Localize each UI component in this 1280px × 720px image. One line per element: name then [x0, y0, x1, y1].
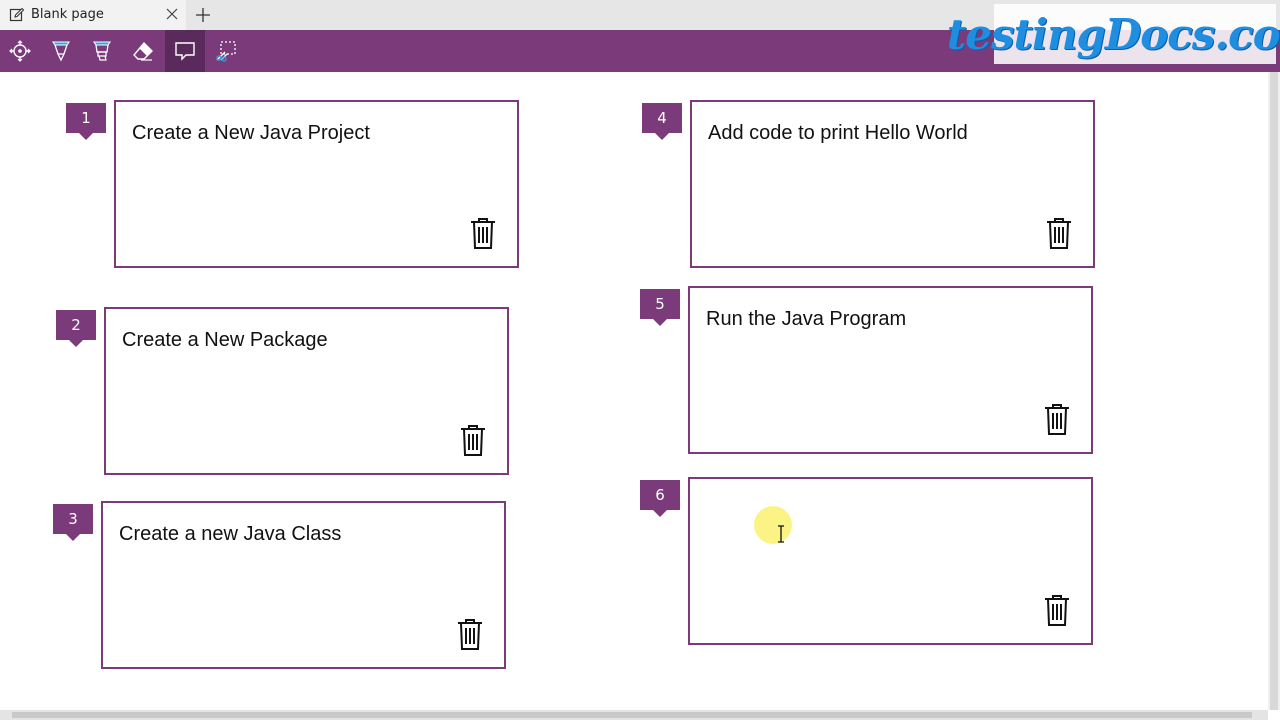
tab-title: Blank page	[31, 7, 104, 22]
pen-tool[interactable]	[41, 30, 81, 72]
pen-icon	[51, 41, 71, 62]
note-card[interactable]: Create a new Java Class	[101, 501, 506, 669]
note-card[interactable]: Create a New Java Project	[114, 100, 519, 268]
trash-icon[interactable]	[469, 216, 497, 250]
note-number: 5	[655, 295, 665, 313]
vertical-scroll-thumb[interactable]	[1270, 72, 1278, 710]
note-card[interactable]: Run the Java Program	[688, 286, 1093, 454]
note-text[interactable]: Create a New Java Project	[132, 122, 370, 145]
note-text[interactable]: Run the Java Program	[706, 308, 906, 331]
cursor-highlight	[754, 506, 792, 544]
note-number: 2	[71, 316, 81, 334]
text-cursor-icon	[778, 525, 784, 543]
add-note-tool[interactable]	[165, 30, 205, 72]
trash-icon[interactable]	[1045, 216, 1073, 250]
note-number: 3	[68, 510, 78, 528]
highlighter-tool[interactable]	[82, 30, 122, 72]
note-text[interactable]: Create a New Package	[122, 329, 328, 352]
note-marker-5[interactable]: 5	[640, 289, 680, 326]
horizontal-scrollbar[interactable]	[0, 710, 1268, 720]
close-tab-icon[interactable]	[164, 6, 180, 22]
trash-icon[interactable]	[459, 423, 487, 457]
note-card[interactable]	[688, 477, 1093, 645]
trash-icon[interactable]	[456, 617, 484, 651]
clip-tool[interactable]	[206, 30, 246, 72]
vertical-scrollbar[interactable]	[1268, 72, 1280, 710]
clip-icon	[216, 41, 236, 62]
note-number: 4	[657, 109, 667, 127]
note-marker-2[interactable]: 2	[56, 310, 96, 347]
note-number: 1	[81, 109, 91, 127]
note-marker-3[interactable]: 3	[53, 504, 93, 541]
note-marker-6[interactable]: 6	[640, 480, 680, 517]
edit-note-icon	[9, 7, 25, 22]
note-card[interactable]: Create a New Package	[104, 307, 509, 475]
note-card[interactable]: Add code to print Hello World	[690, 100, 1095, 268]
note-marker-1[interactable]: 1	[66, 103, 106, 140]
watermark-text: testingDocs.com	[946, 9, 1280, 59]
eraser-icon	[133, 41, 153, 61]
note-text[interactable]: Add code to print Hello World	[708, 122, 968, 145]
new-tab-icon[interactable]	[194, 6, 212, 24]
note-text[interactable]: Create a new Java Class	[119, 523, 341, 546]
tab-blank-page[interactable]: Blank page	[0, 0, 186, 30]
comment-icon	[175, 42, 195, 61]
note-marker-4[interactable]: 4	[642, 103, 682, 140]
note-number: 6	[655, 486, 665, 504]
trash-icon[interactable]	[1043, 593, 1071, 627]
trash-icon[interactable]	[1043, 402, 1071, 436]
horizontal-scroll-thumb[interactable]	[12, 712, 1252, 718]
pan-tool[interactable]	[0, 30, 40, 72]
watermark-logo: testingDocs.com	[947, 4, 1280, 64]
crosshair-icon	[9, 40, 31, 62]
eraser-tool[interactable]	[123, 30, 163, 72]
highlighter-icon	[92, 41, 112, 61]
